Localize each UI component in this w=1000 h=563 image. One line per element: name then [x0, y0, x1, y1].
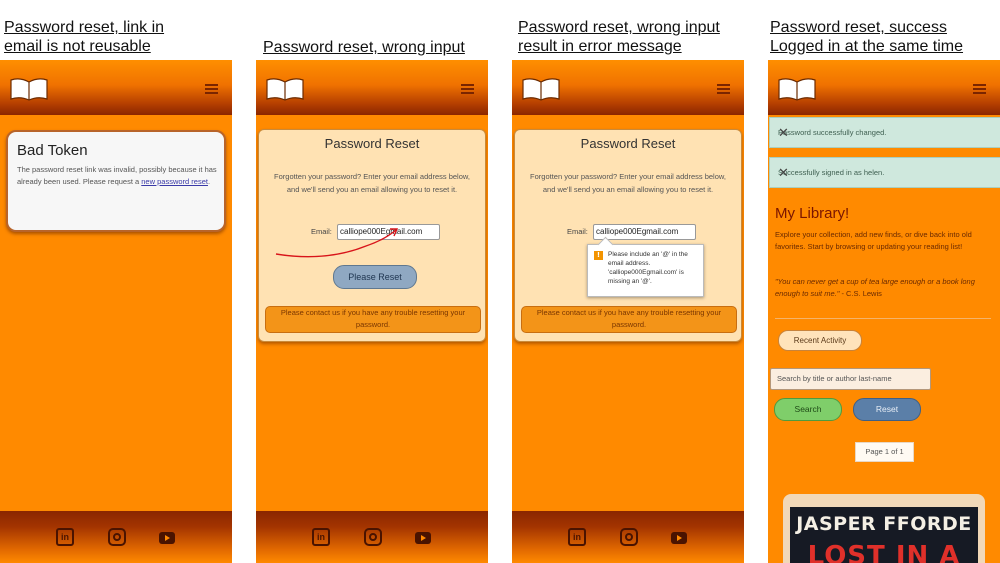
caption-error-message: Password reset, wrong input result in er… [518, 19, 720, 55]
quote-author: - C.S. Lewis [839, 289, 882, 298]
contact-note: Please contact us if you have any troubl… [521, 306, 737, 333]
hamburger-menu-icon[interactable] [205, 84, 218, 96]
validation-tooltip: ! Please include an '@' in the email add… [587, 244, 704, 297]
linkedin-icon[interactable]: in [568, 528, 586, 546]
app-footer: in [256, 511, 488, 563]
library-title: My Library! [775, 205, 850, 222]
password-reset-description: Forgotten your password? Enter your emai… [530, 172, 726, 194]
youtube-icon[interactable] [415, 532, 431, 544]
app-header [256, 60, 488, 115]
library-quote: "You can never get a cup of tea large en… [775, 276, 993, 300]
app-header [512, 60, 744, 115]
open-book-icon[interactable] [522, 77, 560, 101]
password-reset-card: Password Reset Forgotten your password? … [514, 129, 742, 342]
close-icon[interactable]: ✕ [778, 118, 992, 147]
open-book-icon[interactable] [10, 77, 48, 101]
close-icon[interactable]: ✕ [778, 158, 992, 187]
app-header [0, 60, 232, 115]
contact-note: Please contact us if you have any troubl… [265, 306, 481, 333]
caption-bad-token: Password reset, link in email is not reu… [4, 19, 165, 55]
open-book-icon[interactable] [778, 77, 816, 101]
book-title: LOST IN A [807, 541, 961, 563]
book-author: JASPER FFORDE [796, 513, 972, 535]
warning-icon: ! [594, 251, 603, 260]
validation-message: Please include an '@' in the email addre… [608, 251, 688, 285]
email-label: Email: [567, 227, 588, 236]
page-indicator: Page 1 of 1 [855, 442, 914, 462]
phone-screen-error-message: Password Reset Forgotten your password? … [512, 60, 744, 563]
caption-wrong-input: Password reset, wrong input [263, 39, 465, 56]
email-field[interactable]: calliope000Egmail.com [593, 224, 696, 240]
open-book-icon[interactable] [266, 77, 304, 101]
linkedin-icon[interactable]: in [312, 528, 330, 546]
new-password-reset-link[interactable]: new password reset [141, 177, 208, 186]
alert-password-changed: Password successfully changed. ✕ [769, 117, 1000, 148]
bad-token-title: Bad Token [17, 142, 88, 159]
search-button[interactable]: Search [774, 398, 842, 421]
library-intro: Explore your collection, add new finds, … [775, 230, 972, 251]
app-footer: in [512, 511, 744, 563]
book-cover[interactable]: JASPER FFORDE LOST IN A [783, 494, 985, 563]
password-reset-title: Password Reset [580, 136, 676, 151]
password-reset-title: Password Reset [324, 136, 420, 151]
youtube-icon[interactable] [671, 532, 687, 544]
alert-signed-in: Successfully signed in as helen. ✕ [769, 157, 1000, 188]
password-reset-description: Forgotten your password? Enter your emai… [274, 172, 470, 194]
bad-token-message: The password reset link was invalid, pos… [17, 164, 217, 188]
reset-button[interactable]: Reset [853, 398, 921, 421]
bad-token-period: . [207, 177, 211, 186]
hamburger-menu-icon[interactable] [461, 84, 474, 96]
search-input[interactable]: Search by title or author last-name [770, 368, 931, 390]
youtube-icon[interactable] [159, 532, 175, 544]
hamburger-menu-icon[interactable] [717, 84, 730, 96]
caption-success: Password reset, success Logged in at the… [770, 19, 964, 55]
phone-screen-success: Password successfully changed. ✕ Success… [768, 60, 1000, 563]
app-header [768, 60, 1000, 115]
instagram-icon[interactable] [108, 528, 126, 546]
phone-screen-wrong-input: Password Reset Forgotten your password? … [256, 60, 488, 563]
divider [775, 318, 991, 319]
phone-screen-bad-token: Bad Token The password reset link was in… [0, 60, 232, 563]
recent-activity-button[interactable]: Recent Activity [778, 330, 862, 351]
app-footer: in [0, 511, 232, 563]
book-cover-art: JASPER FFORDE LOST IN A [790, 507, 978, 563]
red-annotation-arrow [275, 228, 399, 258]
bad-token-card: Bad Token The password reset link was in… [6, 130, 226, 232]
instagram-icon[interactable] [364, 528, 382, 546]
linkedin-icon[interactable]: in [56, 528, 74, 546]
instagram-icon[interactable] [620, 528, 638, 546]
hamburger-menu-icon[interactable] [973, 84, 986, 96]
